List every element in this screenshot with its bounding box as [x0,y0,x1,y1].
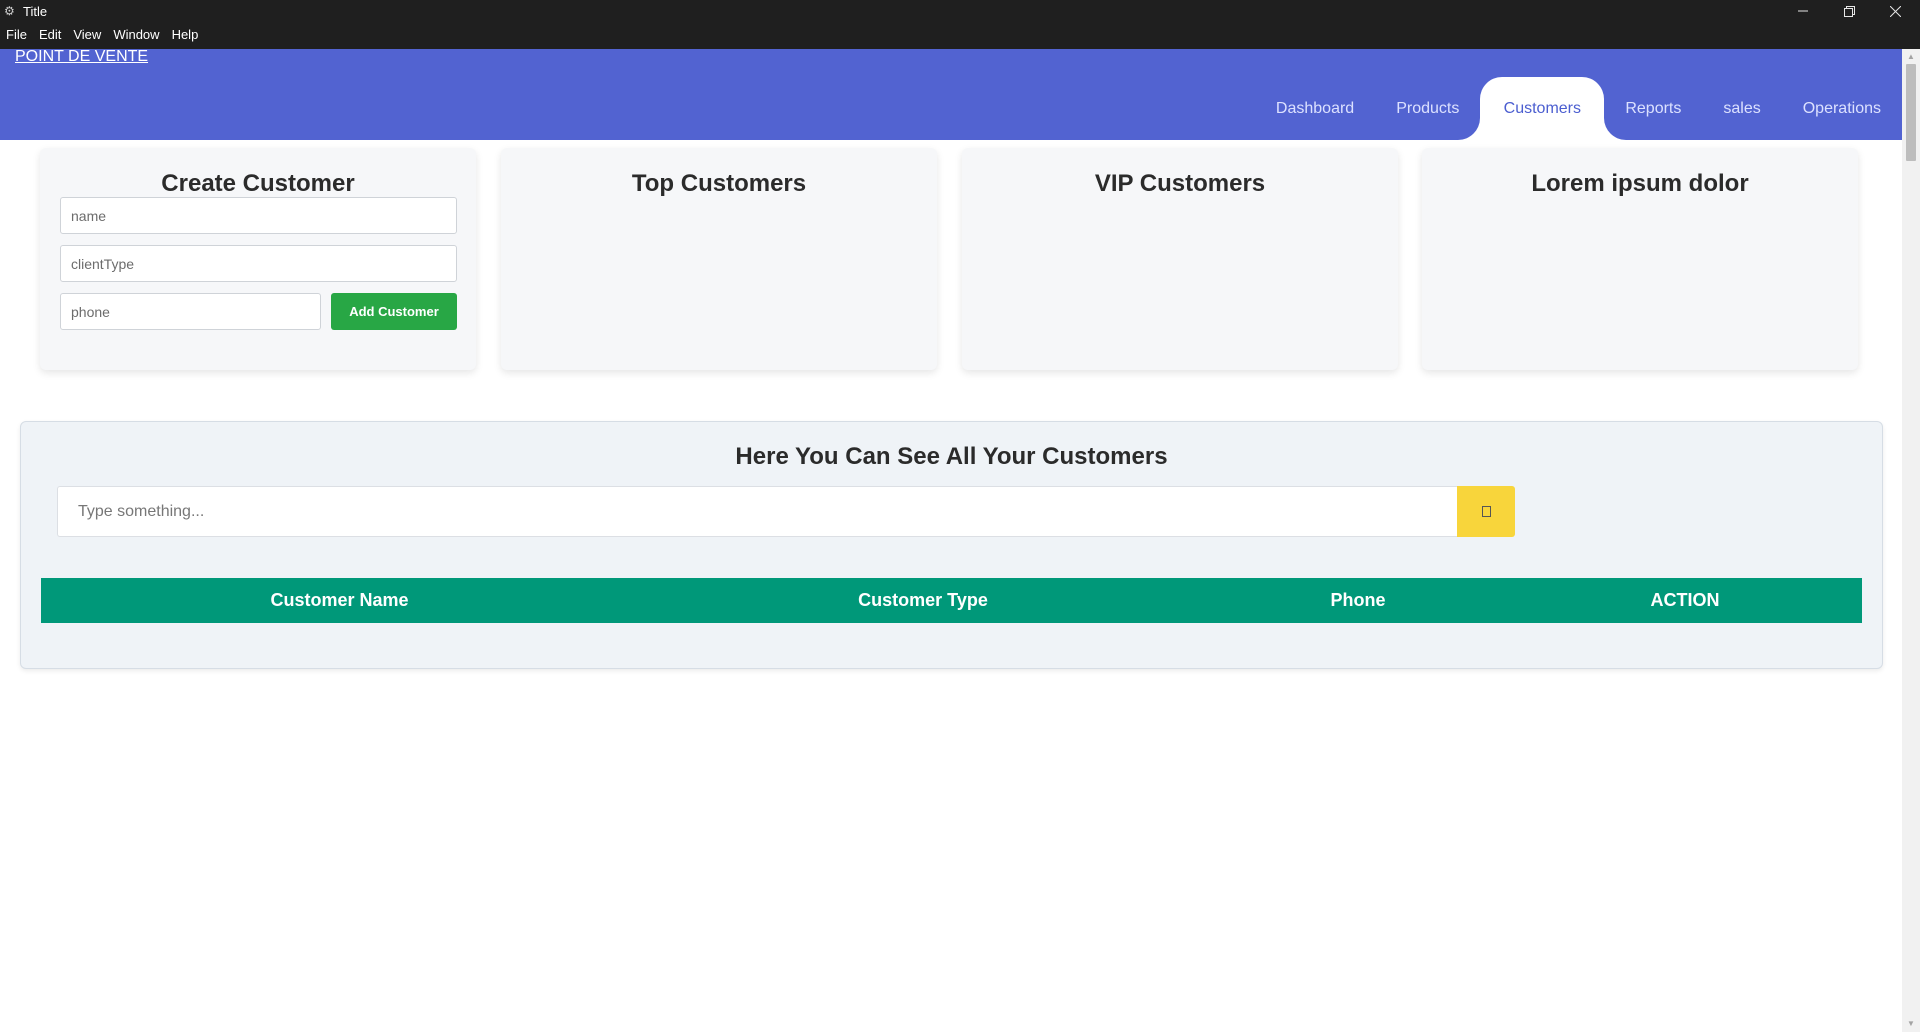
tab-customers[interactable]: Customers [1480,77,1605,140]
maximize-button[interactable] [1826,0,1872,22]
gear-icon: ⚙ [4,4,15,18]
customers-panel: Here You Can See All Your Customers Cust… [20,421,1883,669]
column-customer-type: Customer Type [858,590,988,610]
main-nav: Dashboard Products Customers Reports sal… [1255,77,1902,140]
add-customer-button[interactable]: Add Customer [331,293,457,330]
window-titlebar: ⚙ Title File Edit View Window Help [0,0,1920,49]
vip-customers-card: VIP Customers [962,148,1398,370]
create-customer-card: Create Customer Add Customer [40,148,476,370]
top-customers-title: Top Customers [631,170,807,197]
vertical-scrollbar[interactable]: ▲ ▼ [1902,49,1920,1032]
scroll-down-icon[interactable]: ▼ [1902,1016,1920,1030]
lorem-card-title: Lorem ipsum dolor [1531,170,1749,197]
tab-reports[interactable]: Reports [1604,77,1702,140]
close-icon [1889,5,1901,17]
name-input[interactable] [60,197,457,234]
maximize-icon [1843,5,1855,17]
column-action: ACTION [1650,590,1720,610]
lorem-card: Lorem ipsum dolor [1422,148,1858,370]
column-phone: Phone [1330,590,1386,610]
tab-sales[interactable]: sales [1702,77,1781,140]
tab-dashboard[interactable]: Dashboard [1255,77,1375,140]
search-input[interactable] [57,486,1457,537]
vip-customers-title: VIP Customers [1094,170,1266,197]
search-icon [1481,506,1491,517]
menu-window[interactable]: Window [107,26,165,44]
minimize-icon [1798,10,1808,12]
customers-panel-title: Here You Can See All Your Customers [735,443,1168,470]
menu-edit[interactable]: Edit [33,26,67,44]
scroll-up-icon[interactable]: ▲ [1902,49,1920,63]
menu-bar: File Edit View Window Help [0,26,204,44]
menu-view[interactable]: View [67,26,107,44]
close-button[interactable] [1872,0,1918,22]
phone-input[interactable] [60,293,321,330]
search-button[interactable] [1457,486,1515,537]
window-title: Title [23,4,48,19]
top-customers-card: Top Customers [501,148,937,370]
create-customer-title: Create Customer [161,170,355,197]
menu-help[interactable]: Help [166,26,205,44]
app-header: POINT DE VENTE Dashboard Products Custom… [0,49,1902,140]
brand-link[interactable]: POINT DE VENTE [15,49,148,65]
column-customer-name: Customer Name [270,590,409,610]
customers-table-header: Customer Name Customer Type Phone ACTION [41,578,1862,623]
minimize-button[interactable] [1780,0,1826,22]
tab-operations[interactable]: Operations [1782,77,1902,140]
client-type-input[interactable] [60,245,457,282]
menu-file[interactable]: File [0,26,33,44]
scrollbar-thumb[interactable] [1906,64,1916,161]
